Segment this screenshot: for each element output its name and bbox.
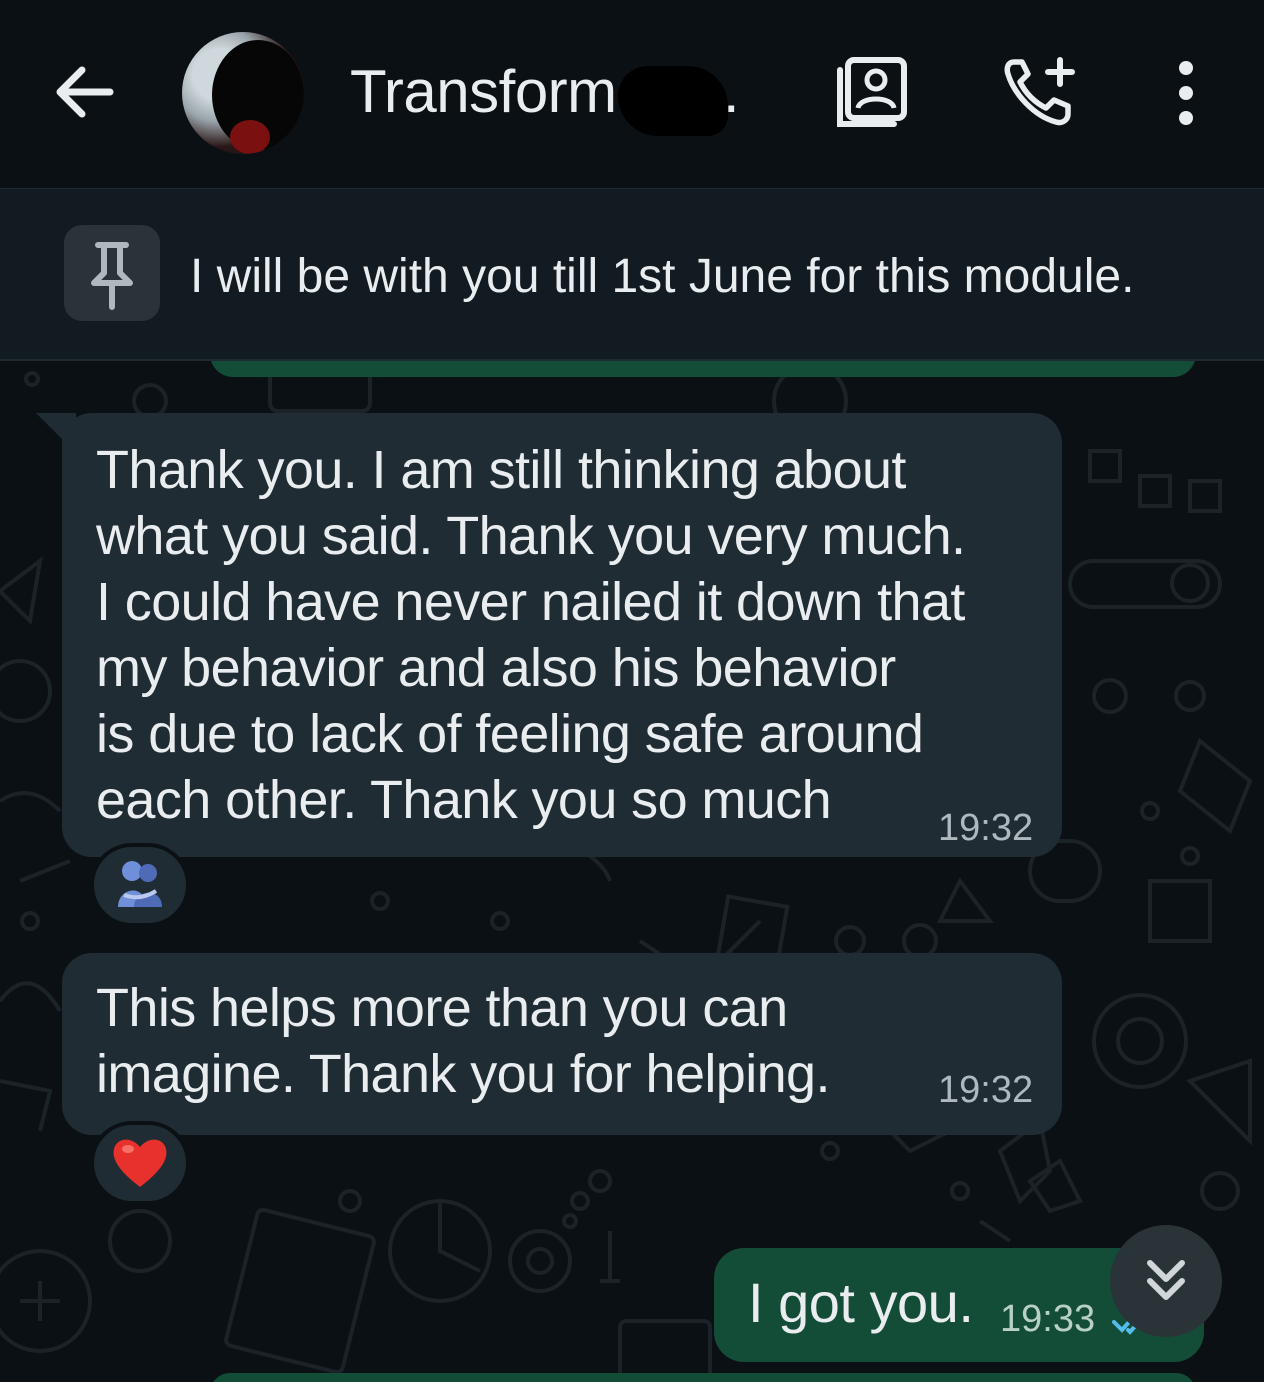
bubble-tail <box>36 413 76 453</box>
contact-card-button[interactable] <box>834 54 910 130</box>
message-text: I got you. <box>748 1271 974 1334</box>
message-time: 19:32 <box>938 807 1034 849</box>
message-time: 19:32 <box>938 1069 1034 1111</box>
message-time: 19:33 <box>1000 1298 1096 1340</box>
incoming-message-bubble[interactable]: This helps more than you can imagine. Th… <box>62 953 1062 1135</box>
red-heart-emoji <box>113 1139 167 1187</box>
incoming-message-bubble[interactable]: Thank you. I am still thinking about wha… <box>62 413 1062 857</box>
hug-emoji <box>118 861 162 907</box>
contact-avatar[interactable] <box>182 32 304 154</box>
message-text: Thank you. I am still thinking about wha… <box>96 440 966 830</box>
pinned-message-text: I will be with you till 1st June for thi… <box>190 250 1135 303</box>
message-text: This helps more than you can imagine. Th… <box>96 978 830 1104</box>
reaction-badge[interactable] <box>90 1121 190 1205</box>
chat-header: Transform M… <box>0 0 1264 189</box>
pin-icon <box>91 242 133 310</box>
double-chevron-down-icon <box>1147 1260 1185 1300</box>
previous-outgoing-bubble <box>210 361 1196 377</box>
more-vert-icon <box>1179 61 1193 125</box>
pin-badge <box>64 225 160 321</box>
back-button[interactable] <box>48 56 120 128</box>
add-call-button[interactable] <box>1000 54 1080 130</box>
next-outgoing-bubble <box>210 1373 1196 1382</box>
redaction-mark <box>618 66 728 136</box>
pinned-message-bar[interactable]: I will be with you till 1st June for thi… <box>0 189 1264 361</box>
scroll-to-bottom-button[interactable] <box>1110 1225 1222 1337</box>
more-options-button[interactable] <box>1166 60 1206 126</box>
chat-messages[interactable]: Thank you. I am still thinking about wha… <box>0 361 1264 1382</box>
add-call-icon <box>1004 57 1075 126</box>
contact-card-icon <box>837 57 907 127</box>
arrow-left-icon <box>56 66 114 118</box>
reaction-badge[interactable] <box>90 843 190 927</box>
